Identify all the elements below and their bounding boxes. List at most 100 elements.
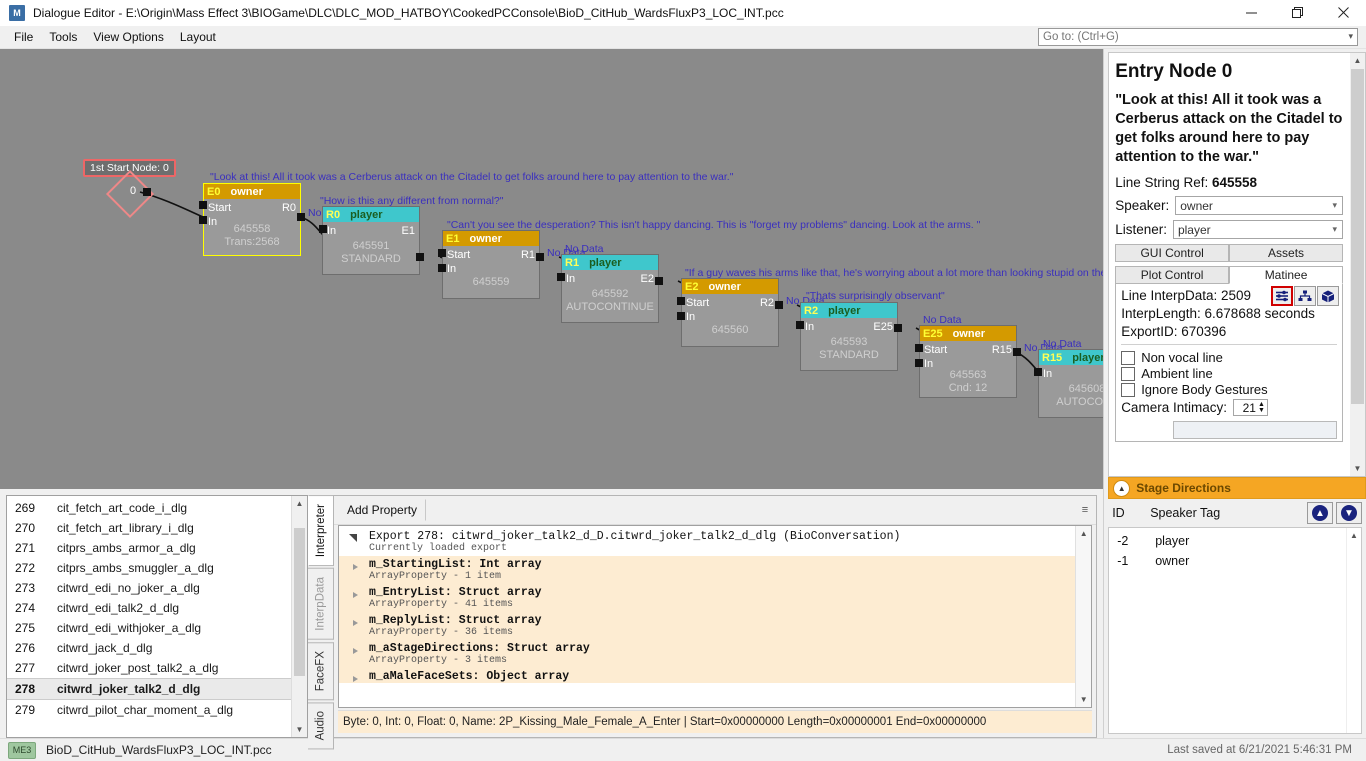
list-item[interactable]: 279 citwrd_pilot_char_moment_a_dlg [7, 700, 307, 720]
checkbox-ignore-body-gestures[interactable]: Ignore Body Gestures [1121, 382, 1337, 397]
graph-node-E25[interactable]: E25 owner Start In R15 645563 Cnd: 12 [919, 325, 1017, 398]
node-port-square[interactable] [915, 359, 923, 367]
node-port-out[interactable]: E25 [873, 321, 893, 333]
tab-audio[interactable]: Audio [308, 702, 334, 750]
node-port-square[interactable] [199, 216, 207, 224]
scrollbar-thumb[interactable] [294, 528, 305, 676]
list-item[interactable]: 277 citwrd_joker_post_talk2_a_dlg [7, 658, 307, 678]
scroll-down-icon[interactable]: ▼ [292, 722, 307, 737]
graph-node-R15[interactable]: R15 player In 645608 AUTOCONT [1038, 349, 1104, 418]
chevron-right-icon[interactable] [353, 564, 358, 570]
node-port-in[interactable]: In [686, 311, 695, 323]
inspector-scrollbar[interactable]: ▲ ▼ [1350, 53, 1365, 476]
graph-node-E1[interactable]: E1 owner Start In R1 645559 [442, 230, 540, 299]
node-port-square[interactable] [297, 213, 305, 221]
node-port-square[interactable] [677, 297, 685, 305]
stage-directions-list[interactable]: -2 player -1 owner ▲ [1108, 527, 1362, 734]
graph-node-R2[interactable]: R2 player In E25 645593 STANDARD [800, 302, 898, 371]
list-item[interactable]: 275 citwrd_edi_withjoker_a_dlg [7, 618, 307, 638]
property-scrollbar[interactable]: ▲ ▼ [1075, 526, 1092, 707]
property-row[interactable]: m_aStageDirections: Struct array ArrayPr… [339, 640, 1092, 668]
chevron-right-icon[interactable] [353, 620, 358, 626]
checkbox-icon[interactable] [1121, 366, 1136, 381]
graph-node-R1[interactable]: R1 player In E2 645592 AUTOCONTINUE [561, 254, 659, 323]
stage-direction-row[interactable]: -1 owner [1109, 551, 1361, 571]
tab-facefx[interactable]: FaceFX [308, 641, 334, 701]
tab-interpreter[interactable]: Interpreter [308, 495, 334, 567]
node-port-in[interactable]: In [566, 273, 575, 285]
node-port-in[interactable]: In [1043, 368, 1052, 380]
checkbox-non-vocal-line[interactable]: Non vocal line [1121, 350, 1337, 365]
expand-triangle-icon[interactable] [349, 534, 357, 542]
scroll-up-icon[interactable]: ▲ [1347, 528, 1361, 543]
menu-view-options[interactable]: View Options [85, 28, 171, 46]
node-port-in[interactable]: In [805, 321, 814, 333]
list-scrollbar[interactable]: ▲ ▼ [291, 496, 307, 737]
node-port-start[interactable]: Start [686, 297, 709, 309]
node-port-square[interactable] [915, 344, 923, 352]
scroll-up-icon[interactable]: ▲ [1076, 526, 1091, 541]
stage-directions-header[interactable]: ▲ Stage Directions [1108, 477, 1366, 499]
collapse-icon[interactable]: ▲ [1113, 479, 1131, 497]
node-port-square[interactable] [775, 301, 783, 309]
node-port-out[interactable]: E2 [641, 273, 654, 285]
node-port-out[interactable]: R15 [992, 344, 1012, 356]
tree-icon[interactable] [1294, 286, 1316, 306]
checkbox-ambient-line[interactable]: Ambient line [1121, 366, 1337, 381]
node-port-start[interactable]: Start [447, 249, 470, 261]
graph-node-R0[interactable]: R0 player In E1 645591 STANDARD [322, 206, 420, 275]
list-item[interactable]: 269 cit_fetch_art_code_i_dlg [7, 498, 307, 518]
close-button[interactable] [1320, 0, 1366, 25]
sliders-icon[interactable] [1271, 286, 1293, 306]
list-item[interactable]: 270 cit_fetch_art_library_i_dlg [7, 518, 307, 538]
tab-plot-control[interactable]: Plot Control [1115, 266, 1230, 284]
maximize-button[interactable] [1274, 0, 1320, 25]
property-row[interactable]: m_ReplyList: Struct array ArrayProperty … [339, 612, 1092, 640]
property-row[interactable]: m_aMaleFaceSets: Object array [339, 668, 1092, 683]
node-port-square[interactable] [438, 249, 446, 257]
chevron-right-icon[interactable] [353, 676, 358, 682]
goto-input[interactable] [1038, 28, 1358, 46]
node-port-square[interactable] [557, 273, 565, 281]
tab-gui-control[interactable]: GUI Control [1115, 244, 1230, 262]
node-port-square[interactable] [319, 225, 327, 233]
checkbox-icon[interactable] [1121, 382, 1136, 397]
start-node-port[interactable] [143, 188, 151, 196]
property-root[interactable]: Export 278: citwrd_joker_talk2_d_D.citwr… [339, 526, 1091, 556]
scroll-up-icon[interactable]: ▲ [1350, 53, 1365, 68]
node-port-square[interactable] [1013, 348, 1021, 356]
list-item[interactable]: 276 citwrd_jack_d_dlg [7, 638, 307, 658]
node-port-square[interactable] [536, 253, 544, 261]
node-port-out[interactable]: R0 [282, 202, 296, 214]
node-port-start[interactable]: Start [924, 344, 947, 356]
chevron-right-icon[interactable] [353, 592, 358, 598]
node-port-out[interactable]: R2 [760, 297, 774, 309]
menu-layout[interactable]: Layout [172, 28, 224, 46]
graph-node-E2[interactable]: E2 owner Start In R2 645560 [681, 278, 779, 347]
inspector-scroll-area[interactable]: Entry Node 0 "Look at this! All it took … [1108, 52, 1366, 477]
speaker-select[interactable]: owner ▾ [1175, 196, 1343, 215]
node-port-square[interactable] [416, 253, 424, 261]
tab-interpdata[interactable]: InterpData [308, 568, 334, 640]
menu-file[interactable]: File [6, 28, 41, 46]
cube-icon[interactable] [1317, 286, 1339, 306]
toolbar-overflow-icon[interactable]: ≡ [1082, 504, 1092, 516]
stage-direction-row[interactable]: -2 player [1109, 531, 1361, 551]
tab-assets[interactable]: Assets [1229, 244, 1343, 262]
add-property-button[interactable]: Add Property [338, 499, 427, 521]
node-port-square[interactable] [1034, 368, 1042, 376]
node-port-in[interactable]: In [327, 225, 336, 237]
list-item-selected[interactable]: 278 citwrd_joker_talk2_d_dlg [7, 678, 307, 700]
minimize-button[interactable] [1228, 0, 1274, 25]
property-row[interactable]: m_StartingList: Int array ArrayProperty … [339, 556, 1092, 584]
scroll-down-icon[interactable]: ▼ [1350, 461, 1365, 476]
node-port-out[interactable]: R1 [521, 249, 535, 261]
list-item[interactable]: 272 citprs_ambs_smuggler_a_dlg [7, 558, 307, 578]
list-item[interactable]: 271 citprs_ambs_armor_a_dlg [7, 538, 307, 558]
menu-tools[interactable]: Tools [41, 28, 85, 46]
node-port-square[interactable] [199, 201, 207, 209]
node-port-square[interactable] [438, 264, 446, 272]
list-item[interactable]: 274 citwrd_edi_talk2_d_dlg [7, 598, 307, 618]
property-row[interactable]: m_EntryList: Struct array ArrayProperty … [339, 584, 1092, 612]
goto-combo[interactable]: ▾ [1038, 28, 1358, 46]
